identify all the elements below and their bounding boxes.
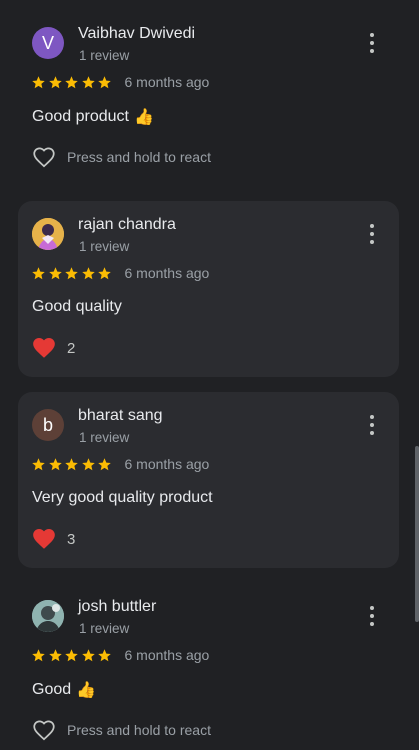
reviews-list: V Vaibhav Dwivedi 1 review 6 months ago …: [0, 0, 419, 750]
reaction-count: 2: [67, 339, 76, 357]
reviewer-name[interactable]: josh buttler: [78, 598, 156, 616]
star-icon: [81, 266, 95, 279]
star-icon: [65, 266, 78, 279]
more-options-button[interactable]: [363, 222, 381, 246]
thumbs-up-emoji: 👍: [133, 109, 154, 126]
review-count: 1 review: [79, 430, 130, 445]
review-item: rajan chandra 1 review 6 months ago Good…: [18, 201, 399, 377]
star-icon: [32, 648, 45, 661]
star-icon: [98, 457, 111, 470]
rating: 6 months ago: [31, 456, 209, 472]
star-icon: [98, 648, 111, 661]
react-button[interactable]: Press and hold to react: [31, 717, 211, 743]
heart-icon: [33, 338, 55, 358]
star-icon: [65, 648, 78, 661]
review-count: 1 review: [79, 48, 130, 63]
review-text-content: Good quality: [32, 298, 122, 315]
star-icon: [65, 457, 78, 470]
star-icon: [81, 457, 95, 470]
star-icon: [81, 75, 95, 88]
review-text: Good product 👍: [32, 107, 154, 127]
star-rating: [31, 266, 114, 281]
reviewer-name[interactable]: rajan chandra: [78, 216, 176, 234]
rating: 6 months ago: [31, 74, 209, 90]
review-text: Good 👍: [32, 680, 96, 700]
star-icon: [48, 75, 62, 88]
more-options-button[interactable]: [363, 604, 381, 628]
reaction-button[interactable]: 2: [31, 335, 75, 361]
avatar-image: [32, 600, 64, 632]
review-item: V Vaibhav Dwivedi 1 review 6 months ago …: [18, 10, 399, 190]
review-item: josh buttler 1 review 6 months ago Good …: [18, 583, 399, 750]
review-time: 6 months ago: [124, 456, 210, 472]
avatar-image: [32, 218, 64, 250]
star-icon: [98, 75, 111, 88]
review-time: 6 months ago: [124, 647, 210, 663]
heart-icon: [33, 529, 55, 549]
star-icon: [48, 457, 62, 470]
star-icon: [32, 457, 45, 470]
star-rating: [31, 75, 114, 90]
reviewer-name[interactable]: bharat sang: [78, 407, 163, 425]
star-icon: [48, 648, 62, 661]
review-time: 6 months ago: [124, 74, 210, 90]
react-hint: Press and hold to react: [67, 722, 211, 738]
review-count: 1 review: [79, 239, 130, 254]
scrollbar-thumb[interactable]: [415, 446, 419, 622]
star-icon: [48, 266, 62, 279]
star-icon: [98, 266, 111, 279]
heart-outline-icon: [33, 147, 55, 168]
review-text-content: Good: [32, 681, 72, 698]
star-rating: [31, 457, 114, 472]
thumbs-up-emoji: 👍: [76, 682, 97, 699]
review-text-content: Very good quality product: [32, 489, 213, 506]
react-hint: Press and hold to react: [67, 149, 211, 165]
reaction-count: 3: [67, 530, 76, 548]
more-options-button[interactable]: [363, 413, 381, 437]
rating: 6 months ago: [31, 647, 209, 663]
avatar-letter: b: [42, 414, 53, 435]
review-item: b bharat sang 1 review 6 months ago Very…: [18, 392, 399, 568]
star-rating: [31, 648, 114, 663]
review-count: 1 review: [79, 621, 130, 636]
reaction-button[interactable]: 3: [31, 526, 75, 552]
react-button[interactable]: Press and hold to react: [31, 144, 211, 170]
review-text: Very good quality product: [32, 489, 213, 507]
avatar[interactable]: [32, 600, 64, 632]
review-text: Good quality: [32, 298, 122, 316]
avatar[interactable]: V: [32, 27, 64, 59]
star-icon: [81, 648, 95, 661]
review-text-content: Good product: [32, 108, 129, 125]
rating: 6 months ago: [31, 265, 209, 281]
reviewer-name[interactable]: Vaibhav Dwivedi: [78, 25, 195, 43]
avatar-letter: V: [41, 32, 54, 53]
star-icon: [32, 75, 45, 88]
avatar[interactable]: [32, 218, 64, 250]
heart-outline-icon: [33, 720, 55, 741]
more-options-button[interactable]: [363, 31, 381, 55]
avatar[interactable]: b: [32, 409, 64, 441]
star-icon: [32, 266, 45, 279]
review-time: 6 months ago: [124, 265, 210, 281]
star-icon: [65, 75, 78, 88]
